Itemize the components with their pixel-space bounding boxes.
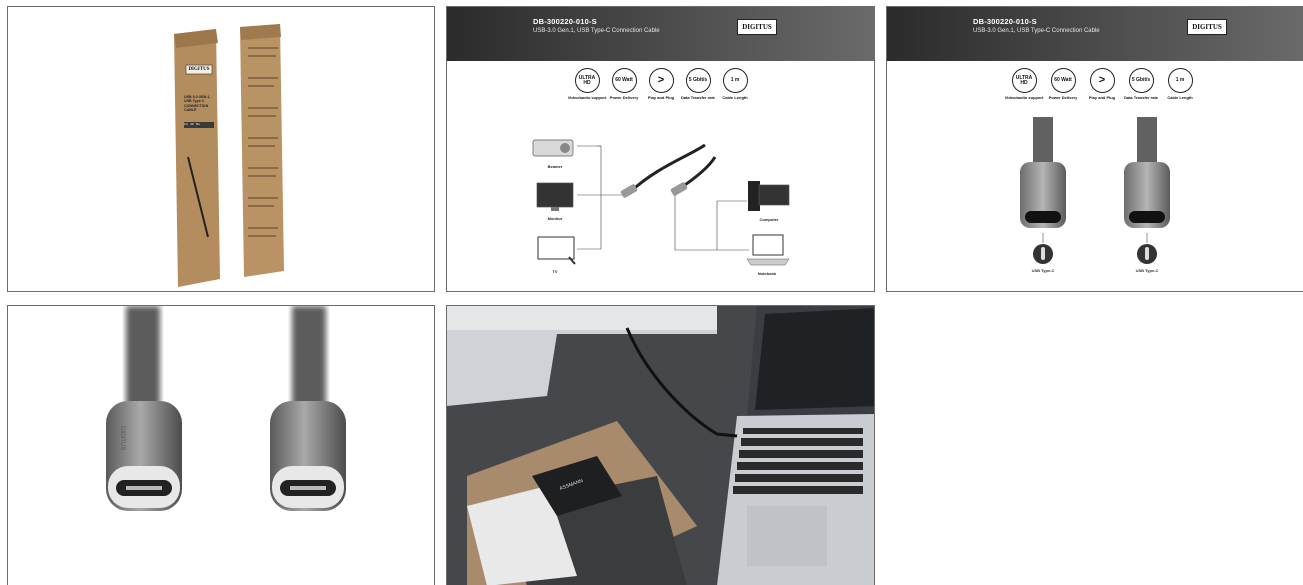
device-label-beamer: Beamer bbox=[547, 164, 563, 169]
device-label-monitor: Monitor bbox=[547, 216, 563, 221]
box-logo: DIGITUS bbox=[188, 67, 210, 72]
connector-label-left: USB Type-C bbox=[1031, 268, 1055, 273]
gallery-tile-lifestyle[interactable]: ASSMANN bbox=[446, 305, 875, 585]
gallery-tile-connectors[interactable]: DB-300220-010-S USB-3.0 Gen.1, USB Type-… bbox=[886, 6, 1303, 292]
badge-speed: 5G bbox=[195, 122, 200, 126]
gallery-tile-connection-diagram[interactable]: DB-300220-010-S USB-3.0 Gen.1, USB Type-… bbox=[446, 6, 875, 292]
device-label-notebook: Notebook bbox=[757, 271, 777, 276]
device-label-computer: Computer bbox=[759, 217, 779, 222]
badge-resolution: 4K bbox=[190, 122, 194, 126]
connector-label-right: USB Type-C bbox=[1135, 268, 1159, 273]
packaging-image bbox=[174, 24, 284, 287]
gallery-tile-closeup[interactable]: DIGITUS bbox=[7, 305, 435, 585]
device-label-tv: TV bbox=[552, 269, 558, 274]
engraved-brand: DIGITUS bbox=[119, 426, 125, 451]
closeup-image bbox=[106, 306, 346, 511]
lifestyle-image bbox=[447, 306, 874, 585]
connectors-image bbox=[1020, 117, 1170, 264]
box-title: USB 3.0 GEN.1, USB Type-C CONNECTION CAB… bbox=[184, 95, 211, 113]
gallery-tile-packaging[interactable]: DIGITUS USB 3.0 GEN.1, USB Type-C CONNEC… bbox=[7, 6, 435, 292]
connection-diagram bbox=[532, 139, 790, 266]
badge-length: 1m bbox=[184, 122, 189, 126]
